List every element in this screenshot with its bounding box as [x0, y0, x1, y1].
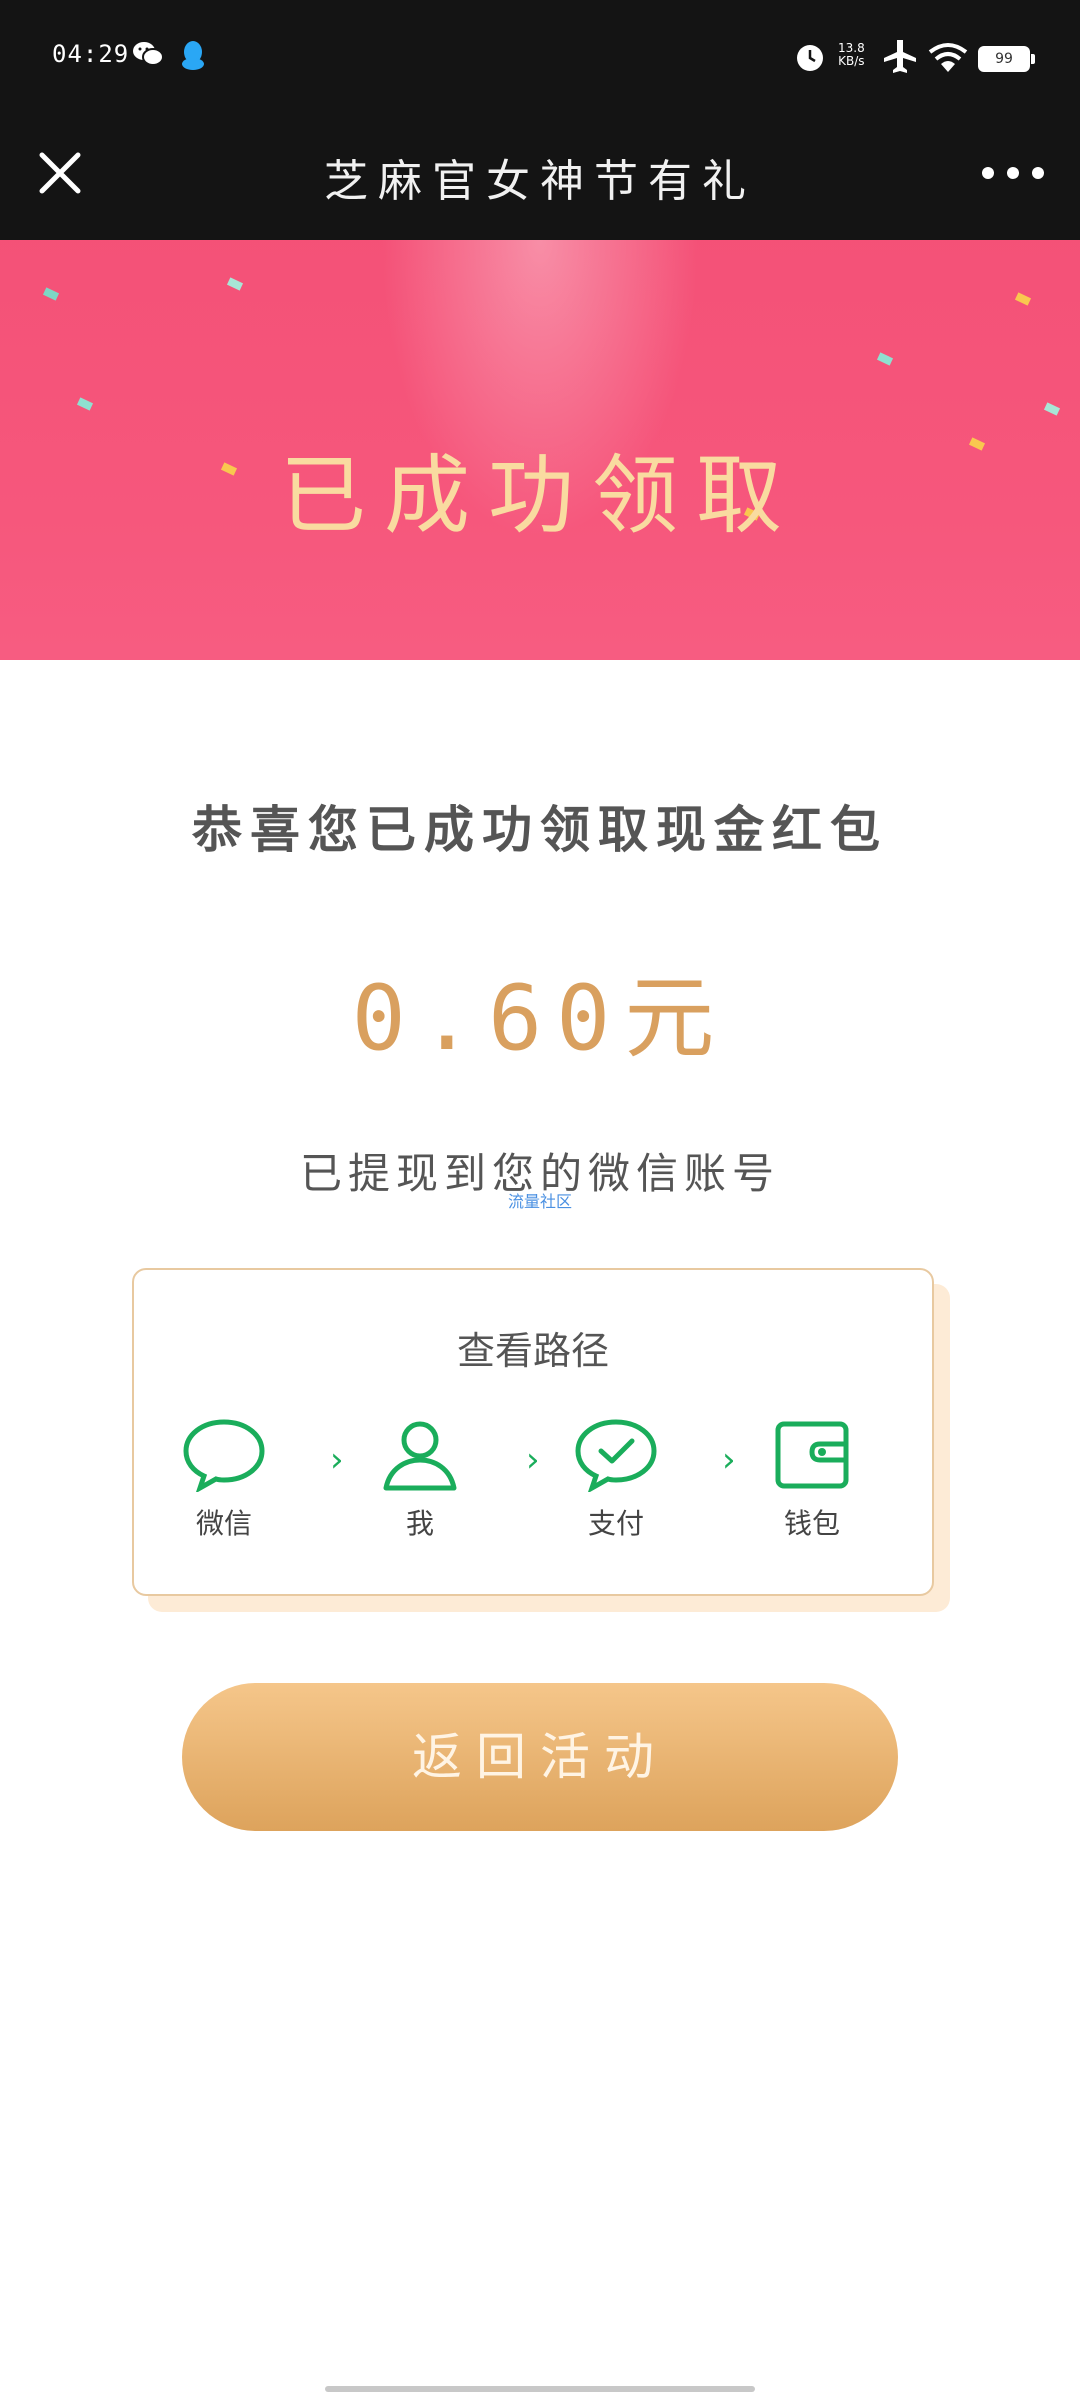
path-step-label: 微信 [195, 1507, 252, 1540]
hero-title: 已成功领取 [280, 446, 800, 546]
page-title: 芝麻官女神节有礼 [324, 156, 756, 207]
back-to-activity-button[interactable]: 返回活动 [182, 1683, 898, 1831]
congrats-message: 恭喜您已成功领取现金红包 [192, 800, 888, 859]
chevron-right-icon: › [526, 1440, 540, 1480]
chevron-right-icon: › [722, 1440, 736, 1480]
battery-indicator: 99 [978, 46, 1035, 72]
watermark: 流量社区 [507, 1192, 572, 1211]
wallet-icon [775, 1421, 849, 1489]
path-step-wechat: 微信 [164, 1418, 284, 1542]
network-speed-unit: KB/s [838, 54, 865, 68]
status-bar: 04:29 13.8 KB/s 99 [0, 0, 1080, 115]
path-step-pay: 支付 [556, 1418, 676, 1542]
airplane-mode-icon [884, 40, 916, 73]
status-time: 04:29 [52, 40, 130, 68]
path-step-label: 我 [405, 1507, 434, 1540]
title-bar: 芝麻官女神节有礼 [0, 115, 1080, 240]
chat-bubble-icon [183, 1419, 265, 1492]
wifi-icon [928, 43, 968, 72]
chevron-right-icon: › [330, 1440, 344, 1480]
hero-banner: 已成功领取 [0, 240, 1080, 660]
qq-icon [182, 41, 204, 70]
home-indicator[interactable] [325, 2386, 755, 2392]
more-options-icon[interactable] [976, 153, 1050, 193]
path-card-title: 查看路径 [456, 1329, 609, 1373]
path-step-label: 支付 [587, 1507, 644, 1540]
user-icon [383, 1421, 457, 1491]
alarm-icon [797, 45, 823, 71]
wechat-icon [133, 42, 164, 66]
path-card: 查看路径 微信 › 我 › 支付 › 钱包 [132, 1268, 934, 1596]
path-step-label: 钱包 [783, 1507, 840, 1540]
pay-check-icon [575, 1419, 657, 1492]
amount-value: 0.60元 [351, 966, 729, 1071]
network-speed: 13.8 KB/s [838, 42, 865, 68]
path-step-wallet: 钱包 [752, 1418, 872, 1542]
path-step-me: 我 [360, 1418, 480, 1542]
